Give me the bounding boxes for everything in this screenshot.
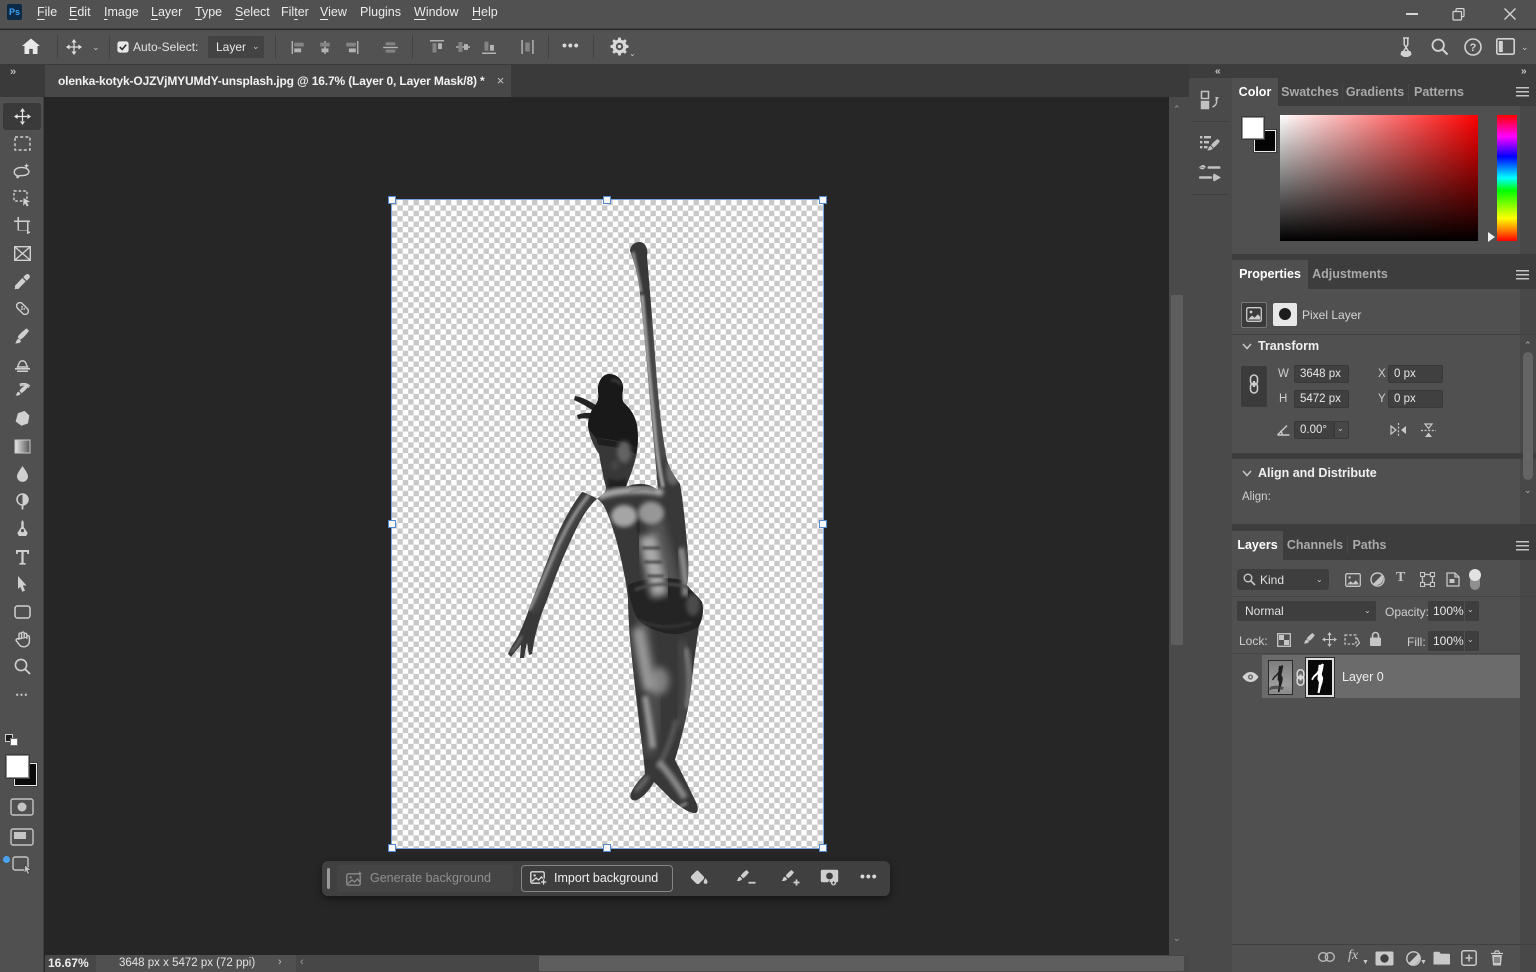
svg-text:?: ? <box>1470 42 1477 54</box>
